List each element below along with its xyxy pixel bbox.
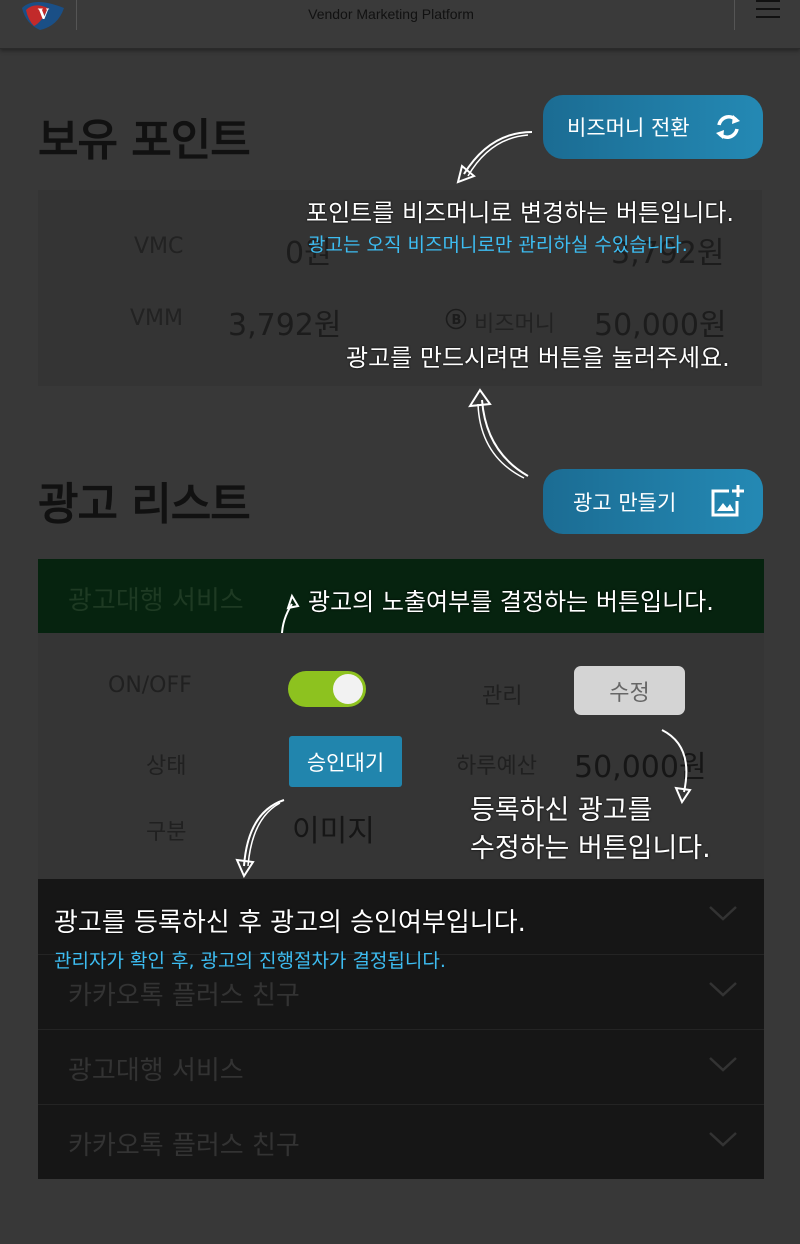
create-ad-button[interactable]: 광고 만들기 <box>543 469 763 534</box>
vmc-label: VMC <box>134 234 184 259</box>
status-label: 상태 <box>146 754 187 779</box>
type-label: 구분 <box>146 820 187 845</box>
help-status: 광고를 등록하신 후 광고의 승인여부입니다. <box>54 908 526 938</box>
budget-label: 하루예산 <box>456 754 537 779</box>
ad-card-title: 광고대행 서비스 <box>68 586 244 616</box>
help-toggle: 광고의 노출여부를 결정하는 버튼입니다. <box>308 588 714 616</box>
svg-text:B: B <box>452 313 462 328</box>
bizmoney-label: 비즈머니 <box>474 312 555 337</box>
arrow-icon <box>456 131 533 184</box>
chevron-down-icon <box>709 1057 737 1072</box>
type-value: 이미지 <box>292 814 375 849</box>
list-item[interactable]: 광고대행 서비스 <box>38 1029 764 1104</box>
convert-button-label: 비즈머니 전환 <box>567 116 690 140</box>
help-convert-sub: 광고는 오직 비즈머니로만 관리하실 수있습니다. <box>308 234 688 256</box>
list-item-label: 카카오톡 플러스 친구 <box>68 981 300 1011</box>
hamburger-menu-icon[interactable] <box>756 0 780 20</box>
points-section-title: 보유 포인트 <box>38 115 251 166</box>
vmm-label: VMM <box>130 306 184 331</box>
arrow-icon <box>468 388 529 479</box>
help-edit-line1: 등록하신 광고를 <box>470 795 653 826</box>
arrow-icon <box>661 729 692 805</box>
ads-section-title: 광고 리스트 <box>38 479 251 530</box>
onoff-label: ON/OFF <box>108 673 192 698</box>
refresh-icon <box>716 115 740 139</box>
arrow-icon <box>235 799 285 879</box>
list-item-label: 카카오톡 플러스 친구 <box>68 1131 300 1161</box>
ad-visibility-toggle[interactable] <box>288 671 366 707</box>
help-edit-line2: 수정하는 버튼입니다. <box>470 833 711 864</box>
toggle-knob <box>333 674 363 704</box>
edit-ad-button[interactable]: 수정 <box>574 666 685 715</box>
vmm-value: 3,792원 <box>228 308 342 343</box>
header-divider <box>734 0 735 30</box>
status-badge: 승인대기 <box>289 736 402 787</box>
convert-bizmoney-button[interactable]: 비즈머니 전환 <box>543 95 763 159</box>
chevron-down-icon <box>709 906 737 921</box>
list-item[interactable]: 카카오톡 플러스 친구 <box>38 1104 764 1179</box>
chevron-down-icon <box>709 1132 737 1147</box>
bizmoney-coin-icon: B <box>445 308 467 330</box>
help-convert: 포인트를 비즈머니로 변경하는 버튼입니다. <box>306 199 734 227</box>
create-ad-button-label: 광고 만들기 <box>573 490 677 515</box>
add-image-icon <box>711 485 744 517</box>
manage-label: 관리 <box>482 684 523 709</box>
app-title: Vendor Marketing Platform <box>308 6 474 22</box>
chevron-down-icon <box>709 982 737 997</box>
list-item-label: 광고대행 서비스 <box>68 1056 244 1086</box>
help-create: 광고를 만드시려면 버튼을 눌러주세요. <box>346 344 730 372</box>
help-status-sub: 관리자가 확인 후, 광고의 진행절차가 결정됩니다. <box>54 950 446 972</box>
